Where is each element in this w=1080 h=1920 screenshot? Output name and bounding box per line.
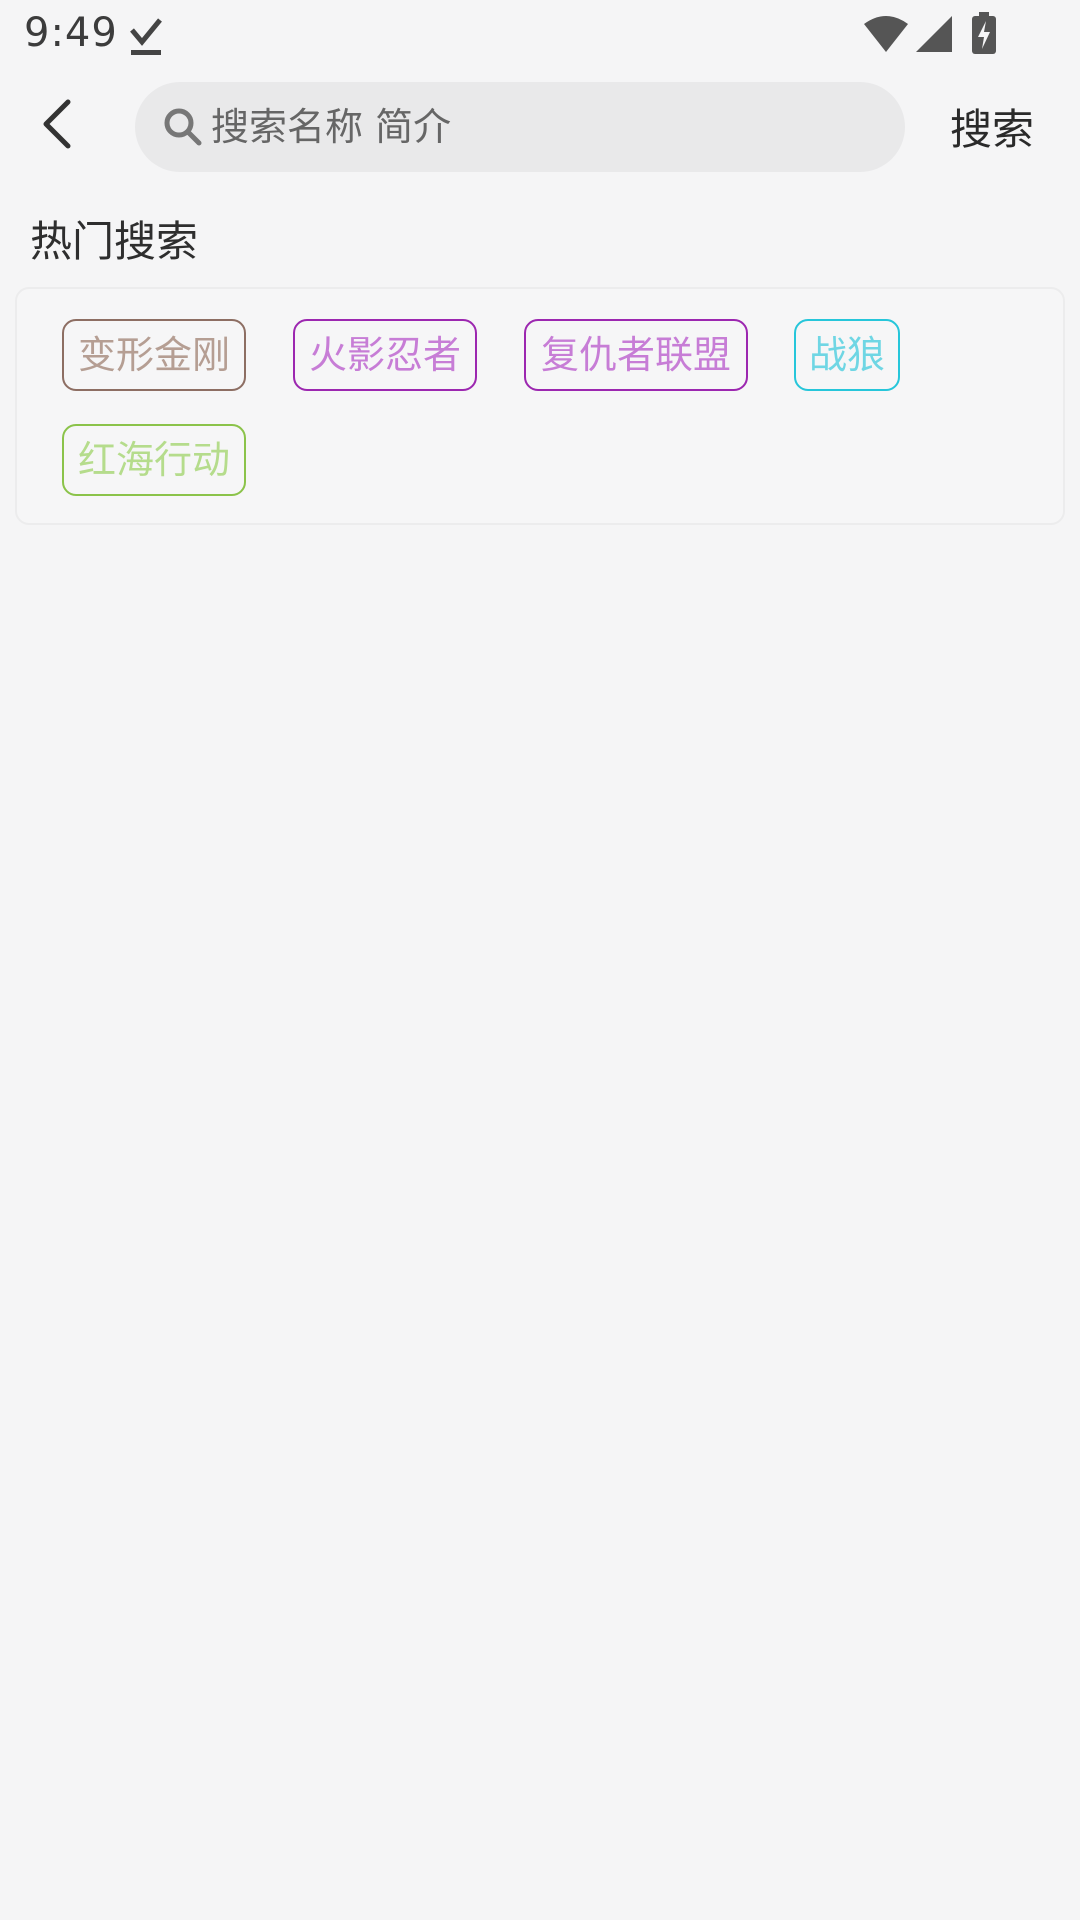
search-icon (164, 108, 202, 146)
hot-search-tag[interactable]: 火影忍者 (293, 319, 477, 391)
battery-charging-icon (972, 12, 996, 54)
download-done-icon (130, 18, 162, 55)
search-input[interactable] (211, 82, 871, 172)
hot-search-tag-panel: 变形金刚 火影忍者 复仇者联盟 战狼 红海行动 (15, 287, 1065, 525)
hot-search-title: 热门搜索 (30, 217, 199, 266)
hot-search-tag[interactable]: 战狼 (794, 319, 900, 391)
search-bar[interactable] (135, 82, 905, 172)
back-button[interactable] (30, 92, 94, 156)
hot-search-tag[interactable]: 变形金刚 (62, 319, 246, 391)
status-time: 9:49 (24, 10, 118, 56)
search-button[interactable]: 搜索 (950, 96, 1034, 157)
signal-icon (916, 16, 952, 52)
hot-search-tag[interactable]: 红海行动 (62, 424, 246, 496)
wifi-icon (864, 16, 908, 52)
hot-search-tag[interactable]: 复仇者联盟 (524, 319, 748, 391)
status-bar: 9:49 (0, 0, 1080, 70)
